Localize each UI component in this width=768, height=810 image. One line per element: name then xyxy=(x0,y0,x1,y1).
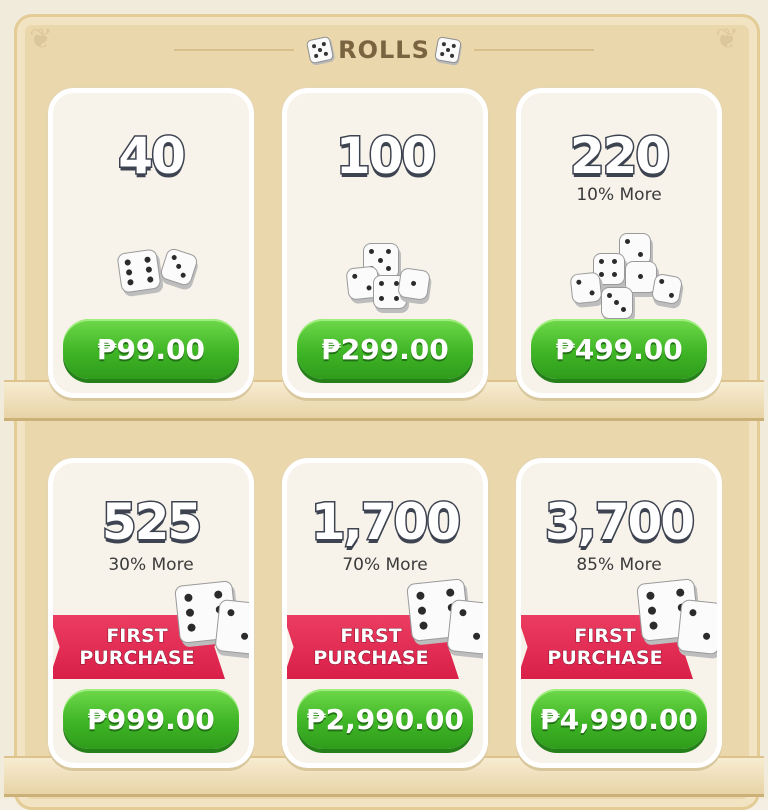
dice-icon xyxy=(433,36,462,64)
rolls-shop: ❦ ❦ ROLLS 40 ₱99.00 100 ₱299.00 220 10% … xyxy=(0,0,768,810)
badge-line: PURCHASE xyxy=(79,647,195,670)
badge-line: FIRST xyxy=(106,625,168,648)
pack-amount: 40 xyxy=(117,126,188,187)
buy-button[interactable]: ₱2,990.00 xyxy=(297,689,473,749)
price-label: ₱4,990.00 xyxy=(540,702,698,736)
shop-header: ROLLS xyxy=(0,30,768,70)
price-label: ₱999.00 xyxy=(87,702,215,736)
dice-icon xyxy=(446,598,483,656)
dice-icon xyxy=(601,287,633,319)
pack-card-525[interactable]: 525 30% More FIRST PURCHASE ₱999.00 xyxy=(48,458,254,768)
pack-card-40[interactable]: 40 ₱99.00 xyxy=(48,88,254,398)
pack-card-220[interactable]: 220 10% More ₱499.00 xyxy=(516,88,722,398)
buy-button[interactable]: ₱299.00 xyxy=(297,319,473,379)
dice-icon xyxy=(676,598,717,656)
badge-line: PURCHASE xyxy=(313,647,429,670)
header-divider xyxy=(473,49,594,51)
price-label: ₱499.00 xyxy=(555,332,683,366)
dice-icon xyxy=(158,246,200,288)
pack-amount: 3,700 xyxy=(543,492,696,553)
badge-line: PURCHASE xyxy=(547,647,663,670)
bonus-label: 10% More xyxy=(576,185,662,205)
badge-line: FIRST xyxy=(574,625,636,648)
header-divider xyxy=(174,49,295,51)
price-label: ₱99.00 xyxy=(96,332,206,366)
pack-amount: 1,700 xyxy=(309,492,462,553)
buy-button[interactable]: ₱999.00 xyxy=(63,689,239,749)
bonus-label: 30% More xyxy=(108,555,194,575)
price-label: ₱2,990.00 xyxy=(306,702,464,736)
dice-icon xyxy=(214,598,249,656)
bonus-label: 70% More xyxy=(342,555,428,575)
dice-icon xyxy=(397,267,431,301)
pack-card-1700[interactable]: 1,700 70% More FIRST PURCHASE ₱2,990.00 xyxy=(282,458,488,768)
pack-amount: 525 xyxy=(100,492,203,553)
pack-amount: 100 xyxy=(334,126,437,187)
dice-icon xyxy=(650,272,684,306)
buy-button[interactable]: ₱499.00 xyxy=(531,319,707,379)
badge-line: FIRST xyxy=(340,625,402,648)
page-title: ROLLS xyxy=(338,36,430,64)
buy-button[interactable]: ₱4,990.00 xyxy=(531,689,707,749)
pack-card-100[interactable]: 100 ₱299.00 xyxy=(282,88,488,398)
buy-button[interactable]: ₱99.00 xyxy=(63,319,239,379)
dice-icon xyxy=(305,35,335,65)
price-label: ₱299.00 xyxy=(321,332,449,366)
pack-card-3700[interactable]: 3,700 85% More FIRST PURCHASE ₱4,990.00 xyxy=(516,458,722,768)
dice-icon xyxy=(116,248,162,294)
pack-amount: 220 xyxy=(568,126,671,187)
dice-icon xyxy=(569,271,603,305)
bonus-label: 85% More xyxy=(576,555,662,575)
